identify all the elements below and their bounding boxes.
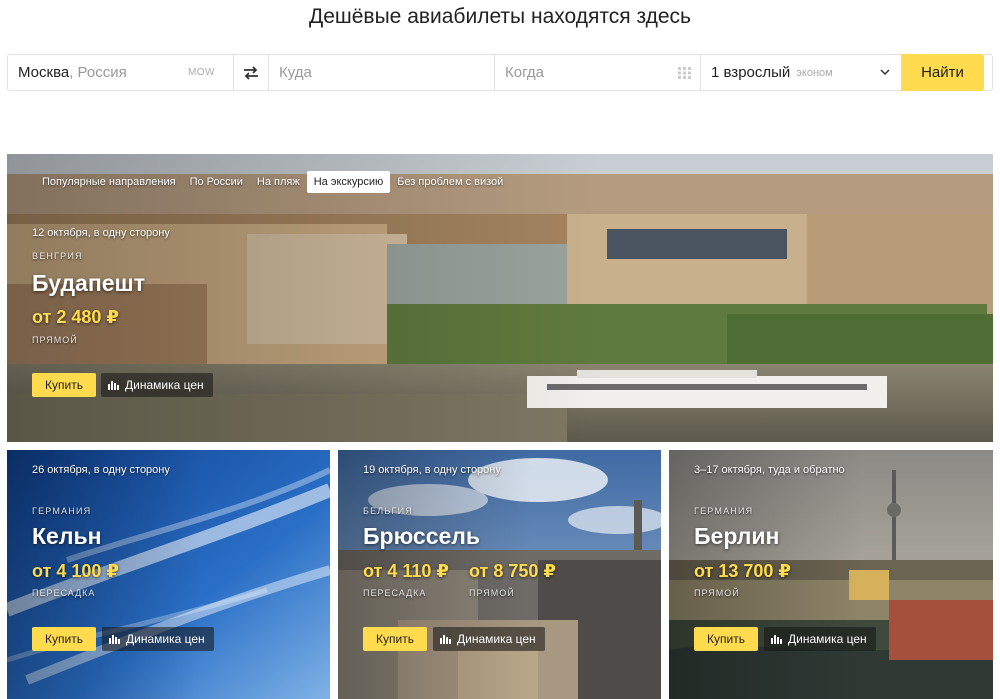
passengers-field[interactable]: 1 взрослый эконом	[701, 55, 901, 90]
destination-card-berlin[interactable]: 3–17 октября, туда и обратно ГЕРМАНИЯ Бе…	[669, 450, 993, 699]
date-field[interactable]: Когда	[495, 55, 701, 90]
card-price: от 13 700 ₽	[694, 561, 791, 581]
buy-button[interactable]: Купить	[32, 627, 96, 651]
page-title: Дешёвые авиабилеты находятся здесь	[309, 5, 691, 28]
price-dynamics-label: Динамика цен	[457, 632, 536, 646]
card-price: от 4 100 ₽	[32, 561, 119, 581]
price-dynamics-label: Динамика цен	[126, 632, 205, 646]
card-country: ГЕРМАНИЯ	[32, 506, 92, 516]
card-country: ВЕНГРИЯ	[32, 251, 83, 261]
from-field[interactable]: Москва, Россия MOW	[8, 55, 234, 90]
card-city: Будапешт	[32, 270, 145, 296]
card-price-direct: от 8 750 ₽	[469, 561, 556, 581]
passengers-count: 1 взрослый	[711, 64, 791, 81]
card-transfer: ПРЯМОЙ	[694, 588, 740, 598]
destination-card-budapest[interactable]: Популярные направления По России На пляж…	[7, 154, 993, 442]
buy-button[interactable]: Купить	[363, 627, 427, 651]
tab-russia[interactable]: По России	[183, 171, 250, 193]
tab-visa-free[interactable]: Без проблем с визой	[390, 171, 510, 193]
price-dynamics-label: Динамика цен	[788, 632, 867, 646]
tab-beach[interactable]: На пляж	[250, 171, 307, 193]
from-country: , Россия	[69, 64, 127, 81]
price-dynamics-button[interactable]: Динамика цен	[101, 373, 213, 397]
from-code: MOW	[187, 67, 215, 78]
price-dynamics-button[interactable]: Динамика цен	[433, 627, 545, 651]
search-form: Москва, Россия MOW Куда Когда 1 взрослый…	[7, 54, 993, 91]
destination-card-koln[interactable]: 26 октября, в одну сторону ГЕРМАНИЯ Кель…	[7, 450, 330, 699]
card-date: 19 октября, в одну сторону	[363, 464, 501, 476]
swap-button[interactable]	[234, 55, 269, 90]
travel-class: эконом	[796, 66, 833, 79]
price-dynamics-button[interactable]: Динамика цен	[764, 627, 876, 651]
to-field[interactable]: Куда	[269, 55, 495, 90]
card-country: ГЕРМАНИЯ	[694, 506, 754, 516]
chart-bars-icon	[109, 635, 120, 644]
category-tabs: Популярные направления По России На пляж…	[35, 170, 510, 194]
card-transfer: ПРЯМОЙ	[32, 335, 78, 345]
card-city: Брюссель	[363, 523, 481, 549]
date-placeholder: Когда	[505, 64, 544, 81]
card-country: БЕЛЬГИЯ	[363, 506, 413, 516]
calendar-icon	[678, 67, 691, 79]
card-date: 26 октября, в одну сторону	[32, 464, 170, 476]
tab-excursion[interactable]: На экскурсию	[306, 171, 391, 193]
card-city: Берлин	[694, 523, 780, 549]
search-button[interactable]: Найти	[901, 54, 984, 91]
card-transfer-direct: ПРЯМОЙ	[469, 588, 515, 598]
card-overlay	[7, 154, 993, 442]
to-placeholder: Куда	[279, 64, 312, 81]
card-transfer: ПЕРЕСАДКА	[32, 588, 96, 598]
price-dynamics-label: Динамика цен	[125, 378, 204, 392]
chart-bars-icon	[108, 381, 119, 390]
from-city: Москва	[18, 64, 70, 81]
chart-bars-icon	[440, 635, 451, 644]
chart-bars-icon	[771, 635, 782, 644]
destination-card-brussels[interactable]: 19 октября, в одну сторону БЕЛЬГИЯ Брюсс…	[338, 450, 661, 699]
buy-button[interactable]: Купить	[32, 373, 96, 397]
price-dynamics-button[interactable]: Динамика цен	[102, 627, 214, 651]
card-transfer: ПЕРЕСАДКА	[363, 588, 427, 598]
card-price: от 4 110 ₽	[363, 561, 449, 581]
chevron-down-icon	[880, 69, 890, 76]
swap-icon	[244, 65, 258, 80]
card-price: от 2 480 ₽	[32, 307, 119, 327]
card-date: 3–17 октября, туда и обратно	[694, 464, 845, 476]
tab-popular[interactable]: Популярные направления	[35, 171, 183, 193]
card-city: Кельн	[32, 523, 102, 549]
buy-button[interactable]: Купить	[694, 627, 758, 651]
card-date: 12 октября, в одну сторону	[32, 227, 170, 239]
